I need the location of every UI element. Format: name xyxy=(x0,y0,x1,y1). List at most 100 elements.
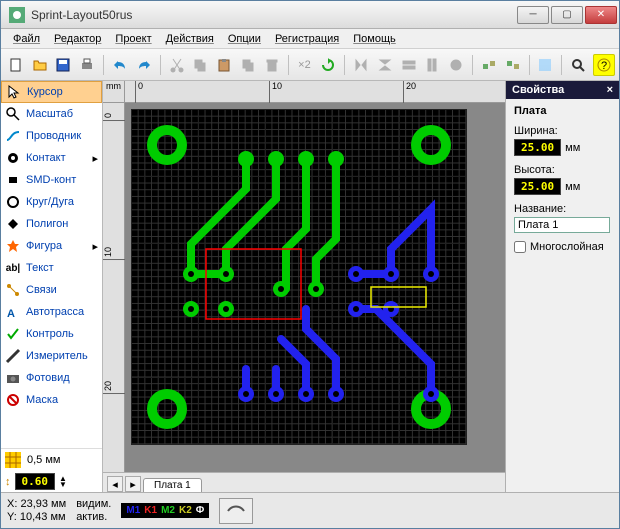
properties-header: Свойства × xyxy=(506,81,619,99)
pcb-canvas[interactable] xyxy=(131,109,467,445)
polygon-icon xyxy=(5,216,21,232)
tool-measure[interactable]: Измеритель xyxy=(1,345,102,367)
circle-icon xyxy=(5,194,21,210)
layer-badges[interactable]: M1 K1 M2 K2 Ф xyxy=(121,503,209,518)
minimize-button[interactable]: ─ xyxy=(517,6,549,24)
tool-connections[interactable]: Связи xyxy=(1,279,102,301)
tool-photo[interactable]: Фотовид xyxy=(1,367,102,389)
menu-editor[interactable]: Редактор xyxy=(48,31,107,47)
shape-icon xyxy=(5,238,21,254)
group1-button[interactable] xyxy=(478,54,500,76)
menu-register[interactable]: Регистрация xyxy=(269,31,345,47)
menu-project[interactable]: Проект xyxy=(109,31,157,47)
width-unit: мм xyxy=(565,142,580,154)
layer-m1[interactable]: M1 xyxy=(124,505,142,516)
tool-polygon[interactable]: Полигон xyxy=(1,213,102,235)
tool-label: Связи xyxy=(26,284,57,296)
toolbar: ×2 ? xyxy=(1,49,619,81)
macro-button[interactable] xyxy=(219,498,253,524)
menu-actions[interactable]: Действия xyxy=(160,31,220,47)
close-button[interactable]: ✕ xyxy=(585,6,617,24)
new-button[interactable] xyxy=(5,54,27,76)
tab-prev-button[interactable]: ◂ xyxy=(107,476,123,492)
tool-pad[interactable]: Контакт▸ xyxy=(1,147,102,169)
app-icon xyxy=(9,7,25,23)
info-button[interactable]: ? xyxy=(593,54,615,76)
pad-icon xyxy=(5,150,21,166)
mask-icon xyxy=(5,392,21,408)
tool-circle[interactable]: Круг/Дуга xyxy=(1,191,102,213)
board-heading: Плата xyxy=(514,105,611,117)
open-button[interactable] xyxy=(29,54,51,76)
tool-label: Автотрасса xyxy=(26,306,84,318)
layer-m2[interactable]: M2 xyxy=(159,505,177,516)
tab-next-button[interactable]: ▸ xyxy=(125,476,141,492)
redo-button[interactable] xyxy=(133,54,155,76)
name-input[interactable] xyxy=(514,217,610,233)
delete-button[interactable] xyxy=(261,54,283,76)
tool-autoroute[interactable]: AАвтотрасса xyxy=(1,301,102,323)
smd-icon xyxy=(5,172,21,188)
menu-help[interactable]: Помощь xyxy=(347,31,402,47)
width-input[interactable]: 25.00 xyxy=(514,139,561,156)
tool-trace[interactable]: Проводник xyxy=(1,125,102,147)
tool-label: Курсор xyxy=(27,86,63,98)
rotate-button[interactable] xyxy=(317,54,339,76)
align-v-button[interactable] xyxy=(421,54,443,76)
name-label: Название: xyxy=(514,203,611,215)
properties-close-icon[interactable]: × xyxy=(607,84,613,96)
ruler-vertical: 0 10 20 xyxy=(103,103,125,472)
x2-button[interactable]: ×2 xyxy=(294,54,316,76)
menu-file[interactable]: Файл xyxy=(7,31,46,47)
layer-k1[interactable]: K1 xyxy=(142,505,159,516)
maximize-button[interactable]: ▢ xyxy=(551,6,583,24)
spinner-icon[interactable]: ▲▼ xyxy=(59,476,67,488)
tool-mask[interactable]: Маска xyxy=(1,389,102,411)
tool-text[interactable]: ab|Текст xyxy=(1,257,102,279)
mirror-v-button[interactable] xyxy=(374,54,396,76)
ruler-horizontal: 0 10 20 xyxy=(125,81,505,103)
tool-smd[interactable]: SMD-конт xyxy=(1,169,102,191)
search-button[interactable] xyxy=(567,54,589,76)
layer-f[interactable]: Ф xyxy=(194,505,207,516)
save-button[interactable] xyxy=(53,54,75,76)
height-input[interactable]: 25.00 xyxy=(514,178,561,195)
tool-shape[interactable]: Фигура▸ xyxy=(1,235,102,257)
tool-label: Контакт xyxy=(26,152,66,164)
snap-button[interactable] xyxy=(445,54,467,76)
group2-button[interactable] xyxy=(502,54,524,76)
cut-button[interactable] xyxy=(166,54,188,76)
tool-sidebar: Курсор Масштаб Проводник Контакт▸ SMD-ко… xyxy=(1,81,103,492)
paste-button[interactable] xyxy=(213,54,235,76)
multilayer-checkbox[interactable] xyxy=(514,241,526,253)
trace-icon xyxy=(5,128,21,144)
board-tabs: ◂ ▸ Плата 1 xyxy=(103,472,505,492)
layer-k2[interactable]: K2 xyxy=(177,505,194,516)
tool-label: Контроль xyxy=(26,328,74,340)
menubar: Файл Редактор Проект Действия Опции Реги… xyxy=(1,29,619,49)
canvas-viewport[interactable] xyxy=(125,103,505,472)
tool-check[interactable]: Контроль xyxy=(1,323,102,345)
print-button[interactable] xyxy=(76,54,98,76)
mirror-h-button[interactable] xyxy=(350,54,372,76)
tool-cursor[interactable]: Курсор xyxy=(1,81,102,103)
transparency-button[interactable] xyxy=(535,54,557,76)
camera-icon xyxy=(5,370,21,386)
align-h-button[interactable] xyxy=(398,54,420,76)
tool-label: Полигон xyxy=(26,218,68,230)
board-tab[interactable]: Плата 1 xyxy=(143,478,202,492)
menu-options[interactable]: Опции xyxy=(222,31,267,47)
copy-button[interactable] xyxy=(189,54,211,76)
cursor-icon xyxy=(6,84,22,100)
duplicate-button[interactable] xyxy=(237,54,259,76)
tracewidth-value[interactable]: 0.60 xyxy=(15,473,56,490)
grid-info: 0,5 мм xyxy=(1,448,102,471)
tracewidth-icon: ↕ xyxy=(5,476,11,488)
statusbar: X: 23,93 мм Y: 10,43 мм видим. актив. M1… xyxy=(1,492,619,528)
tool-label: Фотовид xyxy=(26,372,70,384)
check-icon xyxy=(5,326,21,342)
measure-icon xyxy=(5,348,21,364)
tool-zoom[interactable]: Масштаб xyxy=(1,103,102,125)
height-unit: мм xyxy=(565,181,580,193)
undo-button[interactable] xyxy=(109,54,131,76)
